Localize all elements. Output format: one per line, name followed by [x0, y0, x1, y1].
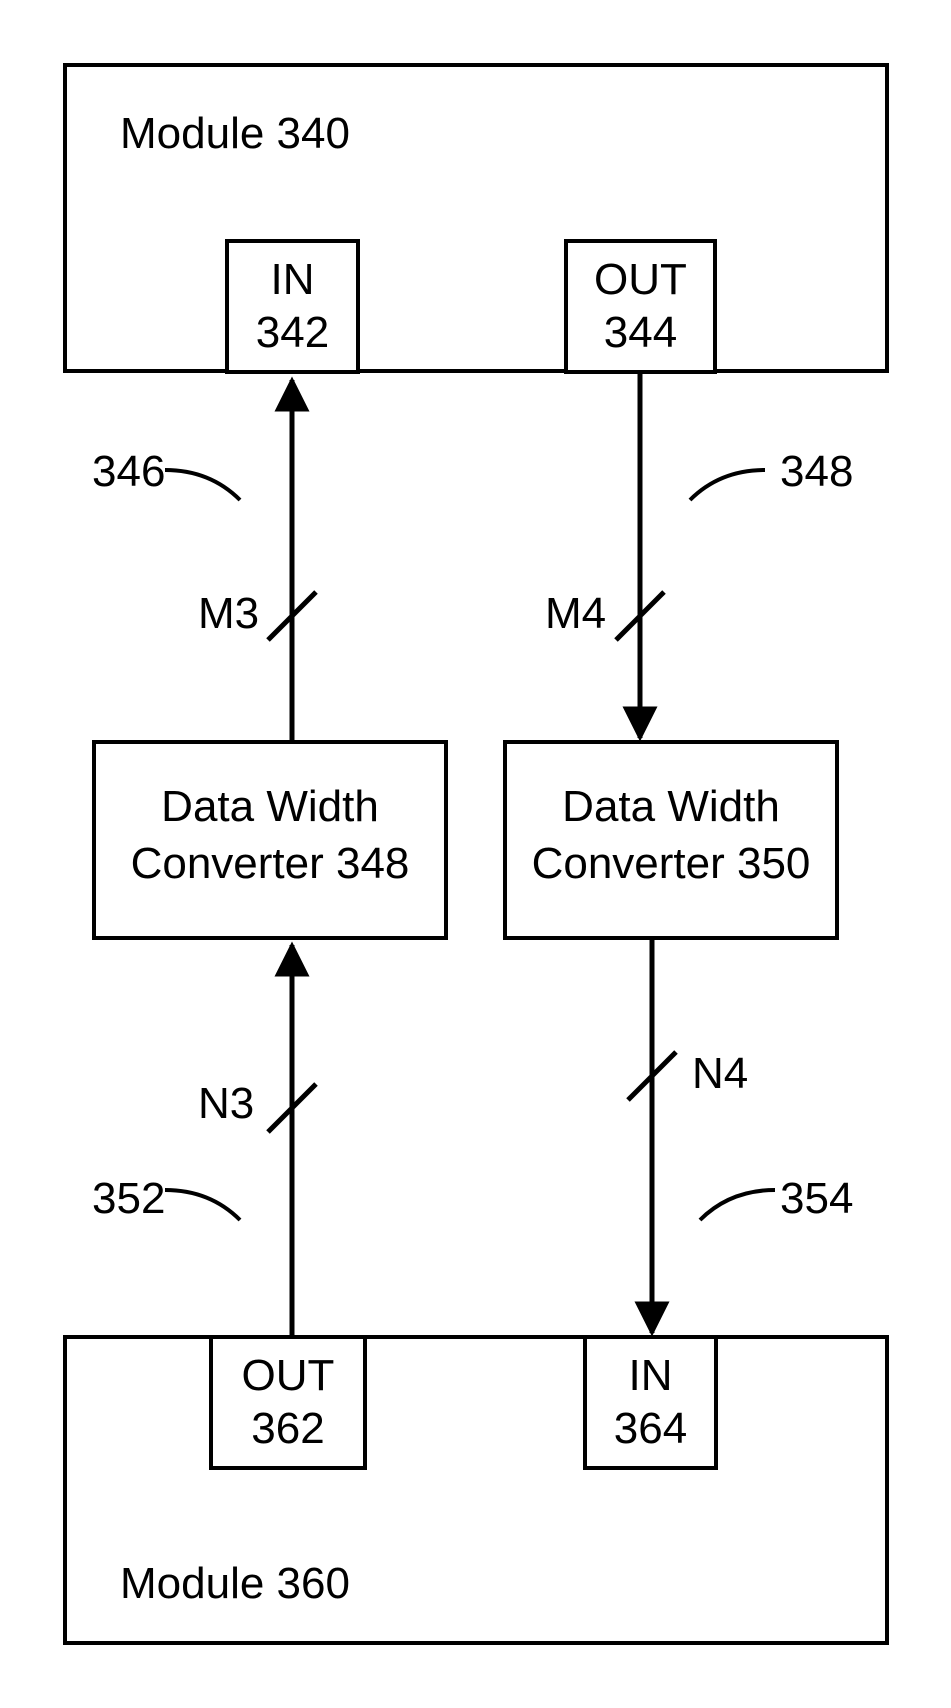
- label-m3: M3: [198, 590, 259, 638]
- port-out-362-l1: OUT: [209, 1352, 367, 1400]
- port-in-342-l2: 342: [225, 309, 360, 357]
- port-in-342-l1: IN: [225, 256, 360, 304]
- converter-350-l1: Data Width: [503, 783, 839, 831]
- label-n4: N4: [692, 1050, 748, 1098]
- ref-354: 354: [780, 1175, 853, 1223]
- label-n3: N3: [198, 1080, 254, 1128]
- label-m4: M4: [545, 590, 606, 638]
- port-in-364-l2: 364: [583, 1405, 718, 1453]
- converter-348-l1: Data Width: [92, 783, 448, 831]
- port-out-344-l2: 344: [564, 309, 717, 357]
- port-out-344-l1: OUT: [564, 256, 717, 304]
- ref-346: 346: [92, 448, 165, 496]
- module-340-title: Module 340: [120, 110, 350, 158]
- converter-350-l2: Converter 350: [503, 840, 839, 888]
- module-360-title: Module 360: [120, 1560, 350, 1608]
- port-out-362-l2: 362: [209, 1405, 367, 1453]
- port-in-364-l1: IN: [583, 1352, 718, 1400]
- ref-348: 348: [780, 448, 853, 496]
- ref-352: 352: [92, 1175, 165, 1223]
- converter-348-l2: Converter 348: [92, 840, 448, 888]
